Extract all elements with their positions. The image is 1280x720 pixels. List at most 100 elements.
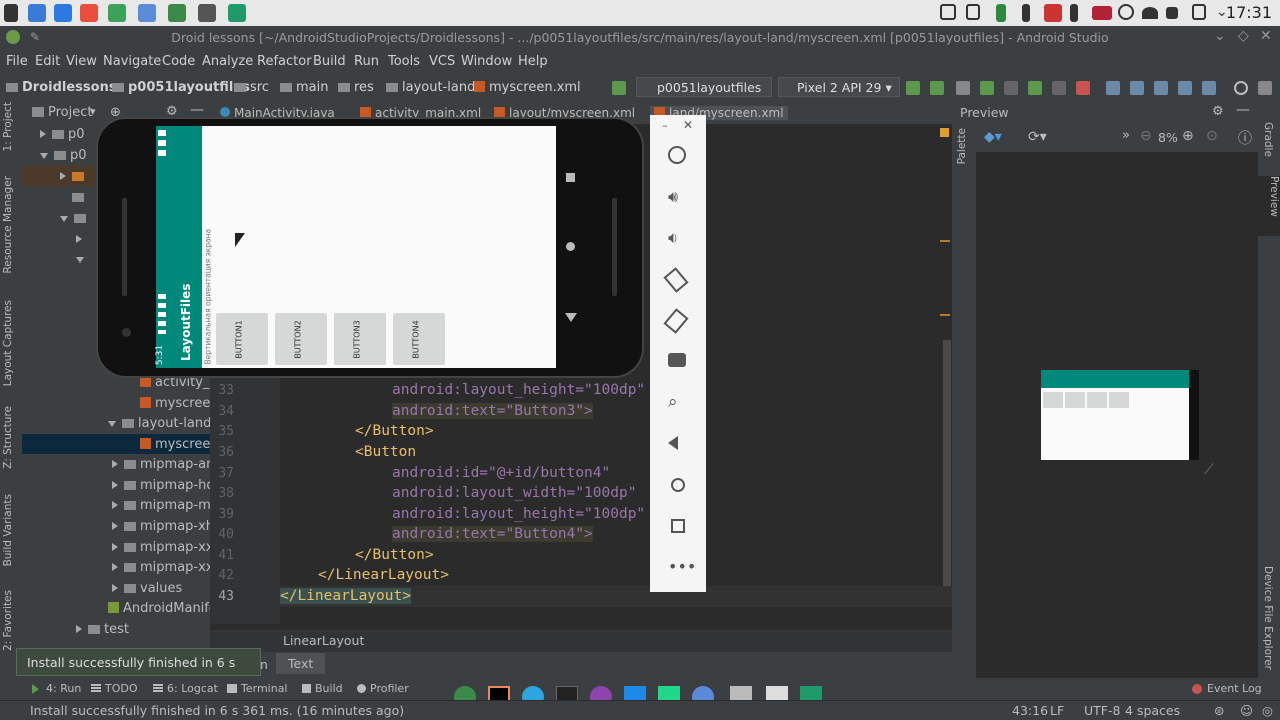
debug-icon[interactable] (980, 81, 994, 95)
download-icon[interactable] (54, 4, 72, 22)
window-icon[interactable] (228, 4, 246, 22)
breadcrumb-main[interactable]: main (280, 80, 328, 95)
apply-changes-icon[interactable] (930, 81, 944, 95)
emulator-button-1[interactable]: BUTTON1 (216, 313, 268, 365)
tab-layout-captures[interactable]: Layout Captures (2, 300, 20, 386)
gear-icon[interactable]: ⚙ (1212, 104, 1224, 119)
warning-icon[interactable]: ⓘ (1238, 128, 1252, 148)
mic-icon[interactable] (1022, 4, 1030, 22)
resize-handle-icon[interactable]: ⟋ (1204, 462, 1214, 478)
emulator-button-2[interactable]: BUTTON2 (275, 313, 327, 365)
preview-device[interactable] (1041, 370, 1199, 460)
attach-icon[interactable] (1004, 81, 1018, 95)
tab-build-variants[interactable]: Build Variants (2, 494, 20, 566)
app-tray-icon[interactable] (1044, 4, 1062, 22)
bluetooth-icon[interactable] (1070, 4, 1078, 22)
tree-item[interactable]: mipmap-hdi (112, 478, 218, 493)
volume-up-icon[interactable]: 🔊︎ (668, 187, 688, 207)
breadcrumb-module[interactable]: p0051layoutfiles (112, 80, 250, 95)
tab-structure[interactable]: Z: Structure (2, 406, 20, 469)
files-icon[interactable] (108, 4, 126, 22)
device-combo[interactable]: Pixel 2 API 29 ▾ (778, 77, 900, 97)
chrome-icon[interactable] (138, 4, 156, 22)
tool-terminal[interactable]: Terminal (241, 682, 288, 695)
menu-code[interactable]: Code (162, 54, 195, 69)
trash-icon[interactable] (966, 4, 980, 20)
module-combo[interactable]: p0051layoutfiles ▾ (636, 77, 772, 115)
camera-icon[interactable] (668, 353, 686, 367)
android-studio-icon[interactable] (168, 4, 186, 22)
tree-item[interactable]: AndroidManifes (108, 601, 224, 616)
tree-item[interactable]: myscreer (140, 396, 216, 411)
menu-analyze[interactable]: Analyze (202, 54, 253, 69)
power-icon[interactable] (668, 146, 686, 164)
lock-icon[interactable]: ⊜ (1214, 703, 1224, 718)
desktop-icon[interactable] (28, 4, 46, 22)
menu-window[interactable]: Window (461, 54, 512, 69)
emulator-home-icon[interactable] (566, 242, 575, 251)
project-structure-icon[interactable] (1178, 81, 1192, 95)
volume-icon[interactable] (1166, 7, 1178, 19)
tree-item-expanded[interactable] (60, 211, 90, 226)
status-message[interactable]: Install successfully finished in 6 s 361… (30, 703, 404, 718)
orientation-icon[interactable]: ⟳▾ (1028, 129, 1047, 145)
tab-device-file-explorer[interactable]: Device File Explorer (1262, 566, 1274, 670)
back-icon[interactable] (668, 436, 678, 450)
tree-item[interactable]: mipmap-xhc (112, 519, 221, 534)
flag-icon[interactable] (1092, 6, 1112, 20)
tree-item-selected[interactable]: myscreer (140, 437, 216, 452)
avd-manager-icon[interactable] (1130, 81, 1144, 95)
close-icon[interactable]: ✕ (1260, 28, 1272, 44)
terminal-icon[interactable] (198, 4, 216, 22)
tree-item[interactable]: test (76, 622, 129, 637)
menu-refactor[interactable]: Refactor (257, 54, 312, 69)
hide-icon[interactable]: — (190, 102, 204, 118)
file-encoding[interactable]: UTF-8 (1084, 703, 1120, 718)
tab-gradle[interactable]: Gradle (1262, 122, 1274, 157)
breadcrumb-res[interactable]: res (338, 80, 374, 95)
run-icon[interactable] (906, 81, 920, 95)
maximize-icon[interactable]: ◇ (1238, 28, 1249, 44)
settings-icon[interactable] (1258, 81, 1272, 95)
tool-profiler[interactable]: Profiler (370, 682, 409, 695)
search-icon[interactable] (1234, 81, 1248, 95)
zoom-out-icon[interactable]: ⊖ (1140, 128, 1152, 144)
store-icon[interactable] (80, 4, 98, 22)
tree-item[interactable]: layout-land (108, 416, 211, 431)
tool-run[interactable]: 4: Run (46, 682, 81, 695)
editor-scrollbar[interactable] (943, 340, 951, 586)
hide-icon[interactable]: — (1236, 102, 1250, 118)
hammer-icon[interactable] (612, 81, 626, 95)
emulator-back-icon[interactable] (565, 313, 577, 322)
zoom-icon[interactable]: ⌕ (668, 392, 688, 412)
zoom-fit-icon[interactable]: ⊙ (1206, 128, 1218, 144)
menu-help[interactable]: Help (518, 54, 548, 69)
tab-preview[interactable]: Preview (1258, 176, 1280, 236)
tree-item-expanded[interactable] (76, 252, 90, 267)
tree-item[interactable]: mipmap-any (112, 457, 222, 472)
emulator-recents-icon[interactable] (566, 173, 575, 182)
menu-view[interactable]: View (66, 54, 97, 69)
breadcrumb-project[interactable]: Droidlessons (6, 80, 117, 95)
menu-build[interactable]: Build (313, 54, 346, 69)
tab-favorites[interactable]: 2: Favorites (2, 590, 20, 651)
minimize-icon[interactable]: – (662, 119, 668, 132)
sync-icon[interactable] (1106, 81, 1120, 95)
menu-tools[interactable]: Tools (388, 54, 420, 69)
tree-item[interactable]: mipmap-xxx (112, 560, 221, 575)
tool-build[interactable]: Build (315, 682, 343, 695)
tab-palette[interactable]: Palette (956, 128, 974, 164)
menu-run[interactable]: Run (354, 54, 379, 69)
tab-text[interactable]: Text (276, 653, 326, 674)
tree-item-collapsed[interactable] (60, 169, 88, 184)
menu-vcs[interactable]: VCS (429, 54, 455, 69)
volume-down-icon[interactable]: 🔉︎ (668, 228, 688, 248)
device-manager-icon[interactable] (1202, 81, 1216, 95)
clipboard-icon[interactable] (1192, 4, 1206, 20)
list-icon[interactable] (956, 81, 970, 95)
tray-window-icon[interactable] (940, 4, 956, 20)
tab-resource-manager[interactable]: Resource Manager (2, 176, 20, 274)
hector-icon[interactable]: ☺ (1240, 703, 1253, 718)
tab-design[interactable]: n (260, 657, 268, 672)
overview-icon[interactable] (671, 519, 685, 533)
